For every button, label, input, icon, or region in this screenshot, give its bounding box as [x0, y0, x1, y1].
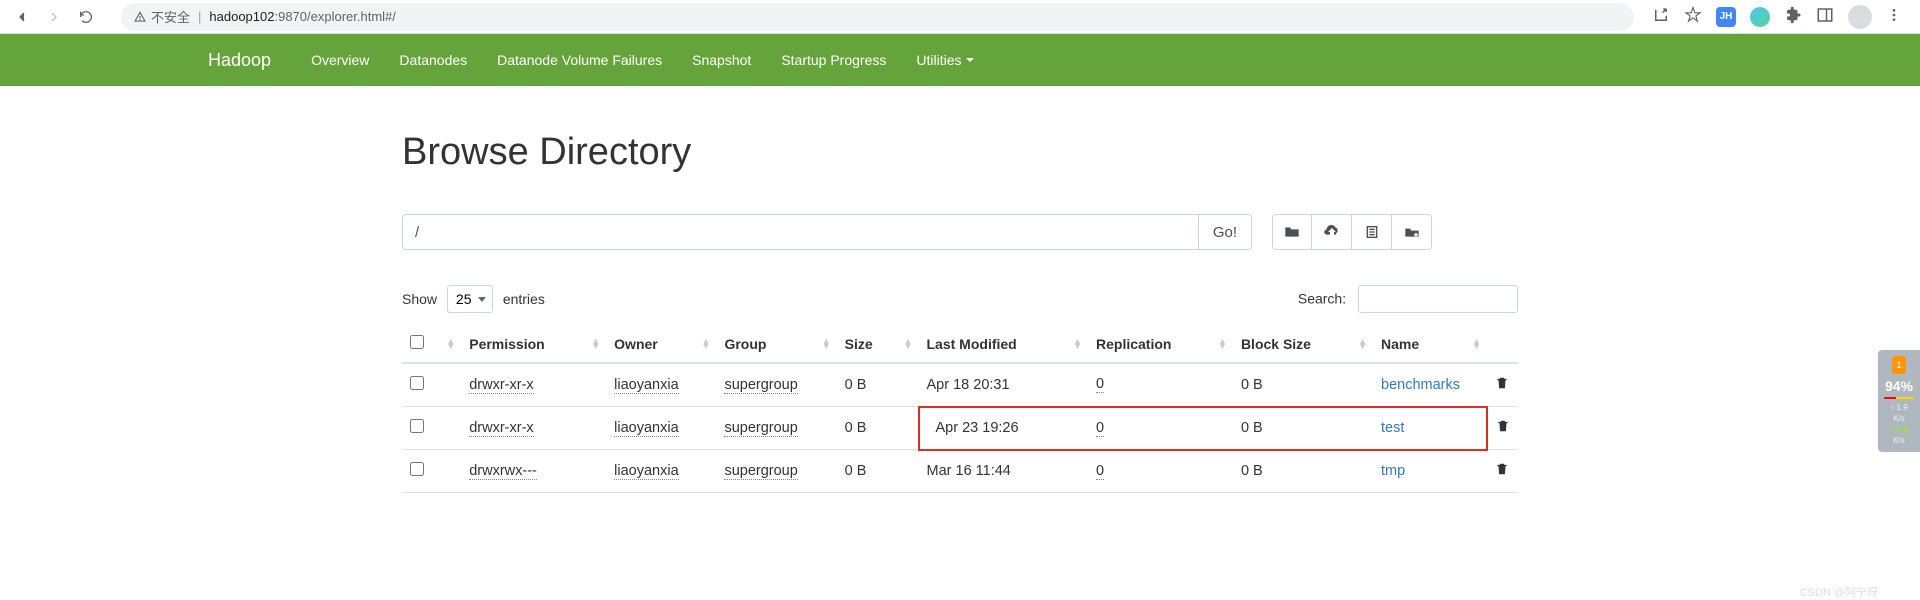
url-text: hadoop102:9870/explorer.html#/: [209, 9, 395, 24]
cell-owner[interactable]: liaoyanxia: [614, 377, 679, 394]
col-name[interactable]: Name▲▼: [1373, 325, 1487, 363]
hadoop-navbar: Hadoop Overview Datanodes Datanode Volum…: [0, 34, 1920, 86]
cell-name-link[interactable]: test: [1381, 420, 1404, 436]
page-title: Browse Directory: [402, 131, 1518, 174]
cell-block-size: 0 B: [1233, 363, 1373, 407]
delete-button[interactable]: [1496, 422, 1510, 438]
table-row: drwxrwx--- liaoyanxia supergroup 0 B Mar…: [402, 450, 1518, 493]
cell-last-modified: Mar 16 11:44: [919, 450, 1089, 493]
nav-utilities[interactable]: Utilities: [916, 52, 973, 68]
extension-jh-icon[interactable]: JH: [1716, 7, 1736, 27]
show-label: Show: [402, 291, 437, 307]
security-indicator[interactable]: 不安全: [133, 7, 190, 26]
entries-label: entries: [503, 291, 545, 307]
entries-control: Show 25 entries: [402, 285, 545, 313]
cell-permission[interactable]: drwxrwx---: [469, 463, 537, 480]
delete-button[interactable]: [1495, 379, 1509, 395]
widget-down: ↓ 6.4: [1880, 424, 1918, 435]
delete-button[interactable]: [1495, 465, 1509, 481]
cell-replication[interactable]: 0: [1096, 420, 1104, 437]
col-replication[interactable]: Replication▲▼: [1088, 325, 1233, 363]
extensions-icon[interactable]: [1784, 6, 1802, 27]
cell-group[interactable]: supergroup: [724, 463, 797, 480]
table-controls: Show 25 entries Search:: [402, 285, 1518, 313]
cell-owner[interactable]: liaoyanxia: [614, 420, 679, 437]
menu-icon[interactable]: [1886, 7, 1902, 26]
search-label: Search:: [1298, 291, 1346, 307]
chevron-down-icon: [966, 58, 974, 62]
star-icon[interactable]: [1684, 6, 1702, 27]
cell-size: 0 B: [837, 450, 919, 493]
search-input[interactable]: [1358, 285, 1518, 313]
search-control: Search:: [1298, 285, 1518, 313]
path-input[interactable]: [402, 214, 1198, 250]
col-block-size[interactable]: Block Size▲▼: [1233, 325, 1373, 363]
reload-button[interactable]: [74, 5, 98, 29]
nav-datanode-volume-failures[interactable]: Datanode Volume Failures: [497, 52, 662, 68]
cell-block-size: 0 B: [1233, 407, 1373, 450]
cell-size: 0 B: [837, 363, 919, 407]
select-all-checkbox[interactable]: [410, 335, 424, 349]
nav-snapshot[interactable]: Snapshot: [692, 52, 751, 68]
col-owner[interactable]: Owner▲▼: [606, 325, 716, 363]
back-button[interactable]: [10, 5, 34, 29]
url-separator: |: [198, 9, 201, 24]
cell-replication[interactable]: 0: [1096, 376, 1104, 393]
toolbar-buttons: [1272, 214, 1432, 250]
widget-up: ↑ 1.9: [1880, 402, 1918, 413]
col-last-modified[interactable]: Last Modified▲▼: [919, 325, 1089, 363]
side-panel-icon[interactable]: [1816, 6, 1834, 27]
nav-startup-progress[interactable]: Startup Progress: [781, 52, 886, 68]
col-size[interactable]: Size▲▼: [837, 325, 919, 363]
cut-button[interactable]: [1352, 214, 1392, 250]
brand-logo[interactable]: Hadoop: [208, 50, 271, 71]
cell-last-modified: Apr 18 20:31: [919, 363, 1089, 407]
widget-bar: [1884, 397, 1914, 399]
col-group[interactable]: Group▲▼: [716, 325, 836, 363]
col-permission[interactable]: Permission▲▼: [461, 325, 606, 363]
forward-button[interactable]: [42, 5, 66, 29]
row-checkbox[interactable]: [410, 462, 424, 476]
path-toolbar: Go!: [402, 214, 1518, 250]
row-checkbox[interactable]: [410, 376, 424, 390]
profile-avatar[interactable]: [1848, 5, 1872, 29]
extension-globe-icon[interactable]: [1750, 7, 1770, 27]
cell-size: 0 B: [837, 407, 919, 450]
cell-block-size: 0 B: [1233, 450, 1373, 493]
cell-last-modified: Apr 23 19:26: [919, 407, 1089, 450]
watermark: CSDN @阿宁呀: [1800, 584, 1878, 600]
nav-datanodes[interactable]: Datanodes: [399, 52, 467, 68]
table-row: drwxr-xr-x liaoyanxia supergroup 0 B Apr…: [402, 407, 1518, 450]
cell-group[interactable]: supergroup: [724, 420, 797, 437]
nav-overview[interactable]: Overview: [311, 52, 369, 68]
network-monitor-widget[interactable]: 1 94% ↑ 1.9 K/s ↓ 6.4 K/s: [1878, 350, 1920, 452]
cell-group[interactable]: supergroup: [724, 377, 797, 394]
go-button[interactable]: Go!: [1198, 214, 1252, 250]
security-label: 不安全: [151, 7, 190, 26]
cell-permission[interactable]: drwxr-xr-x: [469, 377, 533, 394]
cell-name-link[interactable]: tmp: [1381, 463, 1405, 479]
row-checkbox[interactable]: [410, 419, 424, 433]
browser-toolbar: 不安全 | hadoop102:9870/explorer.html#/ JH: [0, 0, 1920, 34]
table-row: drwxr-xr-x liaoyanxia supergroup 0 B Apr…: [402, 363, 1518, 407]
widget-pct: 94%: [1880, 378, 1918, 394]
sort-checkbox-col[interactable]: ▲▼: [438, 325, 462, 363]
cell-name-link[interactable]: benchmarks: [1381, 377, 1460, 393]
address-bar[interactable]: 不安全 | hadoop102:9870/explorer.html#/: [121, 3, 1634, 31]
share-icon[interactable]: [1652, 6, 1670, 27]
cell-owner[interactable]: liaoyanxia: [614, 463, 679, 480]
paste-button[interactable]: [1392, 214, 1432, 250]
cell-permission[interactable]: drwxr-xr-x: [469, 420, 533, 437]
upload-button[interactable]: [1312, 214, 1352, 250]
entries-select[interactable]: 25: [447, 285, 493, 313]
widget-badge: 1: [1892, 356, 1906, 374]
directory-table: ▲▼ Permission▲▼ Owner▲▼ Group▲▼ Size▲▼ L…: [402, 325, 1518, 493]
cell-replication[interactable]: 0: [1096, 463, 1104, 480]
new-folder-button[interactable]: [1272, 214, 1312, 250]
